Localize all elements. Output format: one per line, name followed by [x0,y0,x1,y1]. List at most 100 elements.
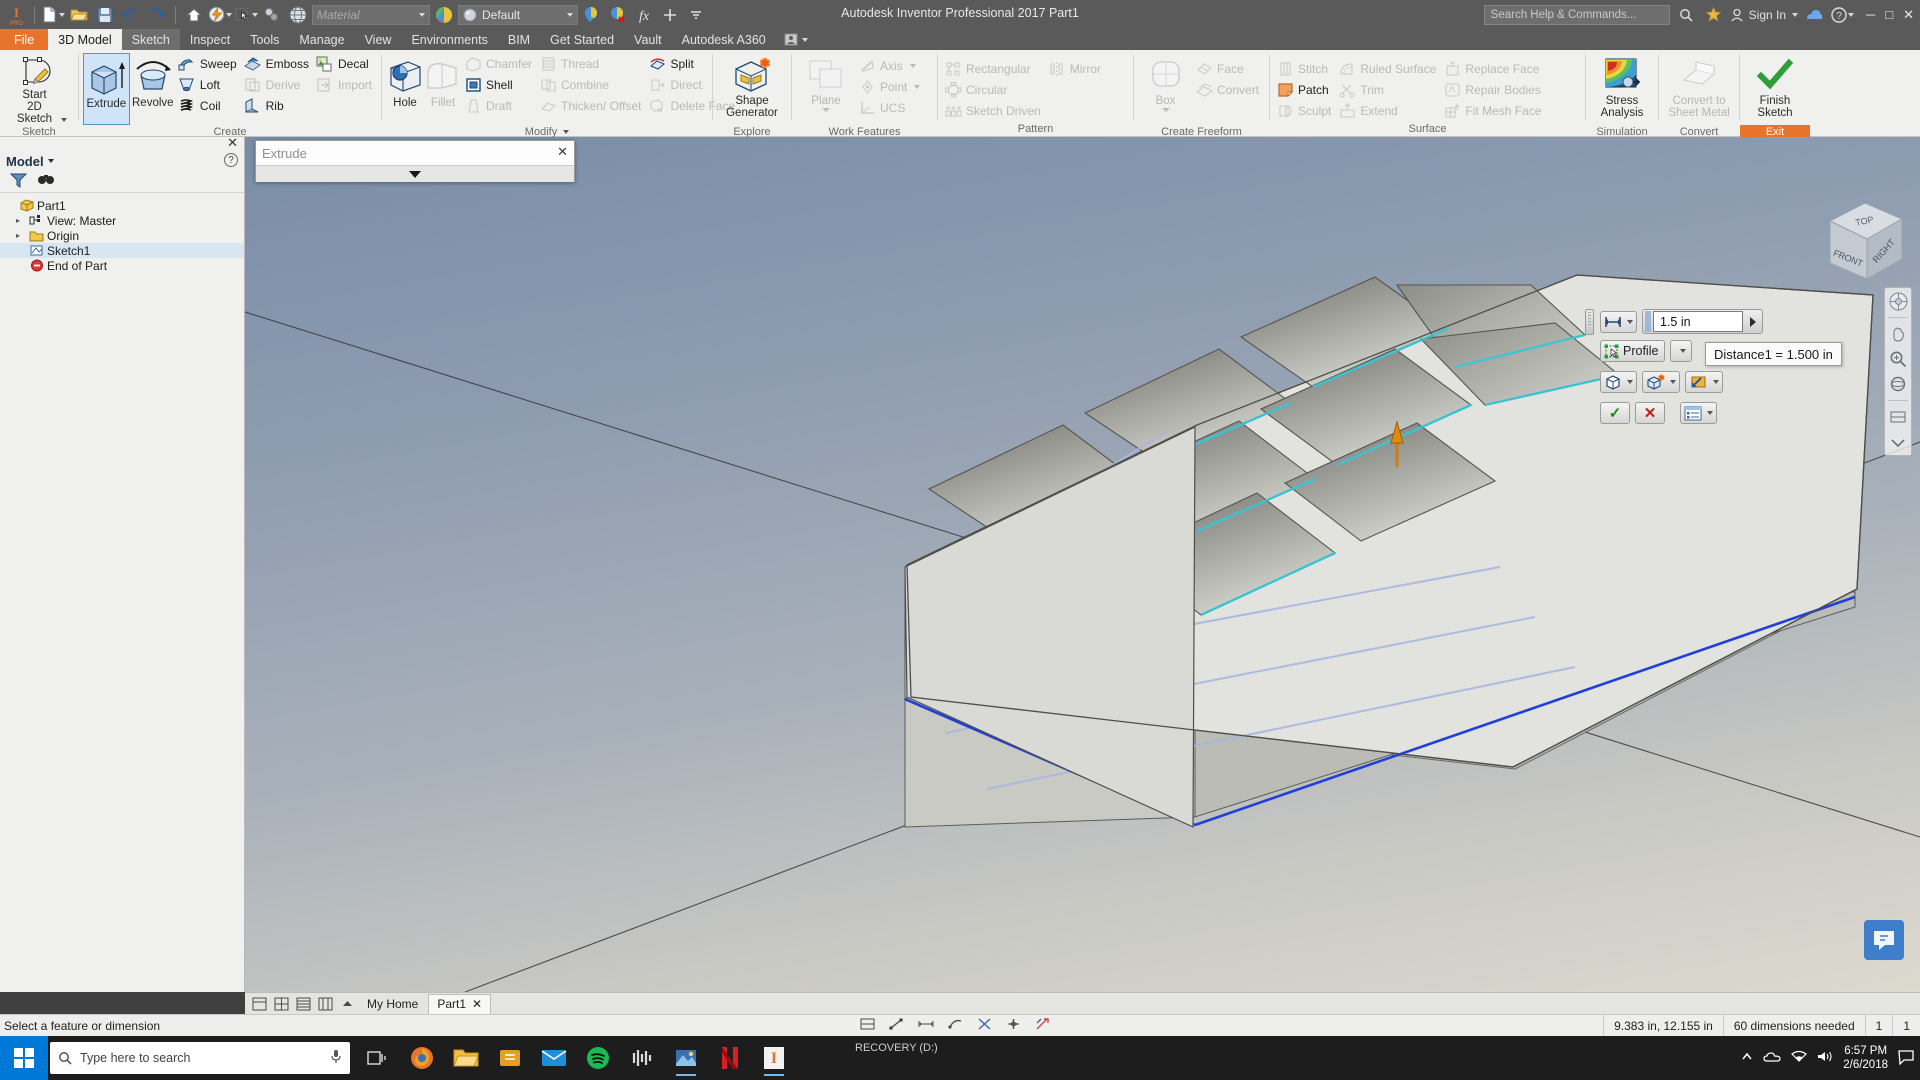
clear-appearance-icon[interactable] [606,2,630,27]
favorites-star-icon[interactable] [1702,2,1726,27]
boolean-operation-button[interactable] [1642,371,1680,393]
point-tool-icon[interactable] [1006,1017,1021,1034]
zoom-icon[interactable] [1888,350,1908,368]
select-mode-icon[interactable] [234,2,258,27]
distance-drag-handle[interactable] [1645,311,1651,332]
find-icon[interactable] [37,173,55,191]
audacity-icon[interactable] [622,1038,662,1078]
start-2d-sketch-button[interactable]: Start 2D Sketch [11,53,67,125]
tree-node-end-of-part[interactable]: End of Part [0,258,244,273]
extrude-dialog-close-button[interactable]: ✕ [557,144,568,160]
taskbar-clock[interactable]: 6:57 PM 2/6/2018 [1843,1044,1888,1072]
constraint-icon[interactable] [889,1017,904,1034]
pan-icon[interactable] [1888,325,1908,343]
onedrive-icon[interactable] [1763,1051,1781,1066]
solid-output-button[interactable] [1600,371,1637,393]
dimension-icon[interactable] [918,1017,934,1034]
browser-close-button[interactable]: ✕ [227,136,238,149]
profile-select-button[interactable]: Profile [1600,340,1666,362]
tree-node-origin[interactable]: ▸ Origin [0,228,244,243]
extrude-dialog-expand-button[interactable] [256,165,574,182]
extrude-dialog[interactable]: Extrude ✕ [255,140,575,182]
action-center-icon[interactable] [1898,1049,1914,1068]
profile-dropdown-button[interactable] [1670,340,1693,362]
doctab-close-icon[interactable]: ✕ [472,997,482,1011]
list-view-icon[interactable] [293,995,313,1013]
ribbon-tab-environments[interactable]: Environments [401,29,497,50]
tree-expander[interactable]: ▸ [16,216,26,225]
distance-more-button[interactable] [1745,311,1760,332]
finish-sketch-button[interactable]: Finish Sketch [1747,53,1803,125]
model-viewport[interactable]: y x z [245,137,1920,992]
ribbon-tab-view[interactable]: View [355,29,402,50]
graphics-canvas[interactable]: y x z Extrude ✕ [245,137,1920,992]
save-button[interactable] [93,2,117,27]
open-file-button[interactable] [67,2,91,27]
patch-button[interactable]: Patch [1274,80,1336,100]
ribbon-tab-tools[interactable]: Tools [240,29,289,50]
customize-qat-icon[interactable] [684,2,708,27]
ribbon-tab-autodesk-a360[interactable]: Autodesk A360 [672,29,776,50]
appearance-color-icon[interactable] [432,2,456,27]
loft-button[interactable]: Loft [176,75,242,95]
ribbon-tab-inspect[interactable]: Inspect [180,29,240,50]
help-search-icon[interactable] [1674,2,1698,27]
hole-button[interactable]: Hole [386,53,424,125]
revolve-button[interactable]: Revolve [130,53,176,125]
ribbon-tab-manage[interactable]: Manage [289,29,354,50]
shape-generator-button[interactable]: Shape Generator [724,53,780,125]
tree-node-part1[interactable]: Part1 [0,198,244,213]
microsoft-store-icon[interactable] [490,1038,530,1078]
coil-button[interactable]: Coil [176,96,242,116]
mail-icon[interactable] [534,1038,574,1078]
direction-button[interactable] [1685,371,1723,393]
snap-icon[interactable] [977,1017,992,1034]
browser-help-button[interactable]: ? [224,153,238,167]
navbar-options-icon[interactable] [1888,433,1908,451]
undo-button[interactable] [119,2,143,27]
help-circle-icon[interactable]: ? [1830,2,1854,27]
sign-in-button[interactable]: Sign In [1730,8,1799,22]
help-bubble-button[interactable] [1864,920,1904,960]
search-help-input[interactable]: Search Help & Commands... [1483,4,1670,25]
minimize-button[interactable]: ─ [1866,7,1875,22]
grid-view-icon[interactable] [271,995,291,1013]
model-tree[interactable]: Part1 ▸ View: Master ▸ Origin Sketch1 En… [0,193,244,273]
tree-node-sketch1[interactable]: Sketch1 [0,243,244,258]
ribbon-tab-vault[interactable]: Vault [624,29,672,50]
distance-input[interactable]: 1.5 in [1653,311,1743,332]
task-view-icon[interactable] [358,1038,398,1078]
view-cube[interactable]: TOP FRONT RIGHT [1810,187,1904,280]
appearance-dropdown[interactable]: Default [458,4,578,25]
ok-button[interactable]: ✓ [1600,402,1630,424]
inventor-icon[interactable]: I [754,1038,794,1078]
look-at-icon[interactable] [1888,408,1908,426]
tree-node-view-master[interactable]: ▸ View: Master [0,213,244,228]
spotify-icon[interactable] [578,1038,618,1078]
measure-icon[interactable] [948,1017,963,1034]
tree-expander[interactable]: ▸ [16,231,26,240]
home-view-icon[interactable] [182,2,206,27]
ribbon-tab-3d-model[interactable]: 3D Model [48,29,122,50]
taskbar-search-input[interactable]: Type here to search [50,1042,350,1074]
redo-button[interactable] [145,2,169,27]
navigation-bar[interactable] [1884,287,1912,456]
update-icon[interactable] [208,2,232,27]
material-dropdown[interactable]: Material [312,4,430,25]
reference-icon[interactable] [1035,1017,1050,1034]
start-button[interactable] [0,1036,48,1080]
distance-input-group[interactable]: 1.5 in [1642,309,1763,334]
split-view-icon[interactable] [315,995,335,1013]
file-explorer-icon[interactable] [446,1038,486,1078]
rib-button[interactable]: Rib [242,96,314,116]
ribbon-tab-sketch[interactable]: Sketch [121,29,180,50]
doctab-my-home[interactable]: My Home [359,994,426,1014]
network-icon[interactable] [1791,1050,1808,1066]
extent-type-button[interactable] [1600,310,1637,333]
filter-icon[interactable] [9,173,28,191]
shell-button[interactable]: Shell [462,75,537,95]
adjust-appearance-icon[interactable] [580,2,604,27]
full-navigation-wheel-icon[interactable] [1888,292,1908,310]
emboss-button[interactable]: Emboss [242,54,314,74]
ribbon-tab-bim[interactable]: BIM [498,29,540,50]
